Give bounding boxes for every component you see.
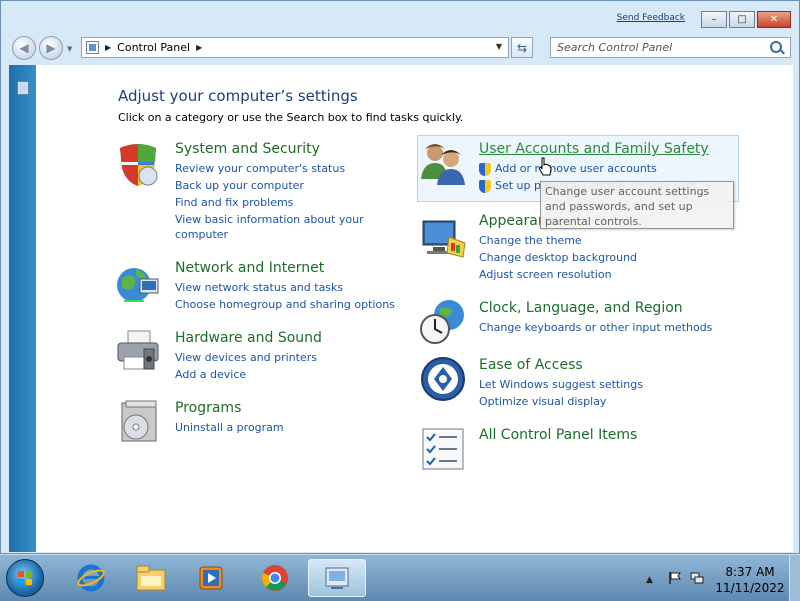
link-view-basic-info-cont[interactable]: computer — [175, 228, 228, 242]
link-devices-printers[interactable]: View devices and printers — [175, 351, 317, 365]
address-dropdown-icon[interactable]: ▼ — [496, 42, 502, 51]
navigation-bar: ◀ ▶ ▼ ▶ Control Panel ▶ ▼ ⇆ — [1, 33, 799, 65]
search-input[interactable] — [551, 38, 767, 56]
link-backup[interactable]: Back up your computer — [175, 179, 304, 193]
link-change-keyboards[interactable]: Change keyboards or other input methods — [479, 321, 712, 335]
link-windows-suggest-settings[interactable]: Let Windows suggest settings — [479, 378, 643, 392]
start-button[interactable] — [6, 559, 44, 597]
forward-button[interactable]: ▶ — [39, 36, 63, 60]
clock-globe-icon — [420, 300, 464, 344]
back-arrow-icon: ◀ — [19, 41, 29, 55]
monitor-paint-icon — [422, 220, 466, 258]
breadcrumb-control-panel[interactable]: Control Panel — [117, 41, 190, 54]
users-icon — [421, 144, 465, 185]
window-controls: – □ ✕ — [699, 11, 791, 28]
category-programs[interactable]: Programs — [175, 400, 241, 416]
control-panel-window: Send Feedback – □ ✕ ◀ ▶ ▼ ▶ Control Pane… — [0, 0, 800, 554]
control-panel-small-icon — [86, 41, 99, 54]
clock-date: 11/11/2022 — [715, 581, 785, 595]
system-clock[interactable]: 8:37 AM 11/11/2022 — [712, 564, 788, 596]
taskbar-control-panel[interactable] — [308, 559, 366, 597]
internet-explorer-icon — [77, 564, 105, 592]
globe-network-icon — [117, 268, 159, 302]
link-homegroup-sharing[interactable]: Choose homegroup and sharing options — [175, 298, 395, 312]
clock-time: 8:37 AM — [725, 565, 775, 579]
programs-disc-icon — [121, 400, 157, 442]
category-hardware-sound[interactable]: Hardware and Sound — [175, 330, 322, 346]
shield-icon — [120, 144, 158, 186]
taskbar-file-explorer[interactable] — [122, 559, 180, 597]
refresh-button[interactable]: ⇆ — [511, 37, 533, 58]
show-desktop-button[interactable] — [789, 555, 800, 601]
link-optimize-visual-display[interactable]: Optimize visual display — [479, 395, 606, 409]
ease-of-access-icon — [421, 357, 465, 401]
send-feedback-link[interactable]: Send Feedback — [617, 13, 685, 23]
close-button[interactable]: ✕ — [757, 11, 791, 28]
left-sidebar-strip — [9, 65, 36, 552]
hand-cursor-icon — [538, 157, 552, 176]
category-ease-of-access[interactable]: Ease of Access — [479, 357, 583, 373]
control-panel-icon — [325, 567, 349, 589]
maximize-button[interactable]: □ — [729, 11, 755, 28]
taskbar-media-player[interactable] — [182, 559, 240, 597]
media-player-icon — [199, 566, 223, 590]
link-add-remove-accounts[interactable]: Add or remove user accounts — [495, 162, 657, 176]
uac-shield-icon — [479, 180, 491, 193]
tooltip: Change user account settings and passwor… — [540, 181, 734, 229]
breadcrumb-arrow-icon[interactable]: ▶ — [196, 43, 202, 52]
content-pane: Adjust your computer’s settings Click on… — [36, 65, 793, 552]
link-view-basic-info[interactable]: View basic information about your — [175, 213, 364, 227]
address-bar[interactable]: ▶ Control Panel ▶ ▼ — [81, 37, 509, 58]
uac-shield-icon — [479, 163, 491, 176]
chrome-icon — [262, 565, 288, 591]
category-system-security[interactable]: System and Security — [175, 141, 320, 157]
taskbar: ▲ 8:37 AM 11/11/2022 — [0, 554, 800, 601]
link-network-status[interactable]: View network status and tasks — [175, 281, 343, 295]
link-desktop-background[interactable]: Change desktop background — [479, 251, 637, 265]
checklist-icon — [422, 428, 464, 470]
show-hidden-icons-button[interactable]: ▲ — [646, 575, 653, 585]
category-user-accounts[interactable]: User Accounts and Family Safety — [479, 141, 709, 157]
link-change-theme[interactable]: Change the theme — [479, 234, 582, 248]
search-icon[interactable] — [770, 41, 782, 53]
recent-pages-dropdown[interactable]: ▼ — [67, 45, 72, 53]
refresh-icon: ⇆ — [516, 40, 528, 55]
action-center-flag-icon[interactable] — [668, 571, 682, 585]
file-explorer-icon — [136, 565, 166, 591]
category-all-control-panel-items[interactable]: All Control Panel Items — [479, 427, 637, 443]
taskbar-chrome[interactable] — [246, 559, 304, 597]
search-box[interactable] — [550, 37, 791, 58]
page-title: Adjust your computer’s settings — [118, 87, 358, 105]
windows-logo-icon — [18, 571, 32, 585]
forward-arrow-icon: ▶ — [46, 41, 56, 55]
link-uninstall-program[interactable]: Uninstall a program — [175, 421, 284, 435]
printer-icon — [117, 330, 159, 370]
title-bar: Send Feedback – □ ✕ — [1, 1, 799, 33]
link-screen-resolution[interactable]: Adjust screen resolution — [479, 268, 612, 282]
link-find-fix-problems[interactable]: Find and fix problems — [175, 196, 293, 210]
control-panel-small-icon — [17, 81, 29, 95]
category-clock-language-region[interactable]: Clock, Language, and Region — [479, 300, 683, 316]
breadcrumb-arrow-icon[interactable]: ▶ — [105, 43, 111, 52]
taskbar-internet-explorer[interactable] — [62, 559, 120, 597]
link-review-status[interactable]: Review your computer's status — [175, 162, 345, 176]
network-status-icon[interactable] — [690, 571, 704, 585]
page-subtitle: Click on a category or use the Search bo… — [118, 111, 464, 124]
category-network-internet[interactable]: Network and Internet — [175, 260, 324, 276]
link-add-device[interactable]: Add a device — [175, 368, 246, 382]
minimize-button[interactable]: – — [701, 11, 727, 28]
back-button[interactable]: ◀ — [12, 36, 36, 60]
